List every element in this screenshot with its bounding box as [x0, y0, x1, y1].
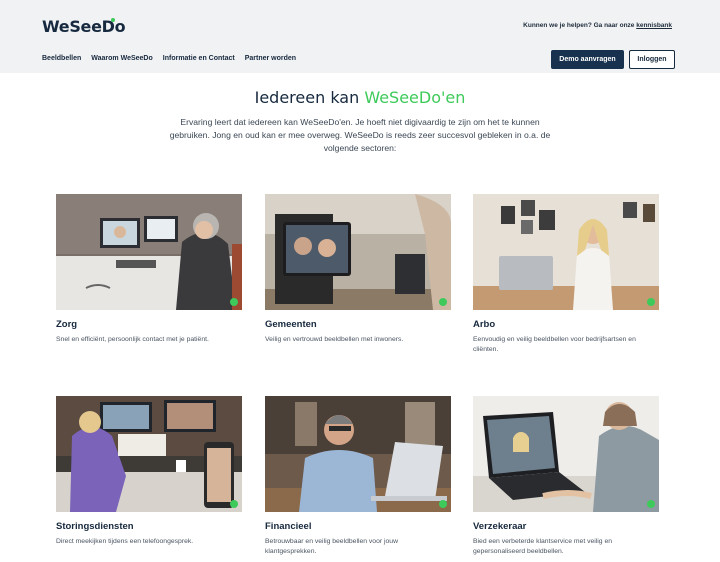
nav-partner-worden[interactable]: Partner worden: [245, 55, 296, 62]
arbo-photo: [473, 194, 659, 310]
sector-card-arbo[interactable]: Arbo Eenvoudig en veilig beeldbellen voo…: [473, 194, 659, 355]
site-header: WeSeeDo Kunnen we je helpen? Ga naar onz…: [0, 0, 720, 73]
page-title: Iedereen kan WeSeeDo'en: [0, 88, 720, 107]
intro-text: Ervaring leert dat iedereen kan WeSeeDo'…: [169, 117, 551, 153]
sector-description: Snel en efficiënt, persoonlijk contact m…: [56, 336, 209, 343]
help-label: Kunnen we je helpen? Ga naar onze: [523, 22, 635, 29]
sector-card-financieel[interactable]: Financieel Betrouwbaar en veilig beeldbe…: [265, 396, 451, 557]
sector-card-zorg[interactable]: Zorg Snel en efficiënt, persoonlijk cont…: [56, 194, 242, 345]
status-dot-icon: [647, 500, 655, 508]
sector-title: Zorg: [56, 319, 78, 330]
main-nav: Beeldbellen Waarom WeSeeDo Informatie en…: [42, 55, 296, 62]
status-dot-icon: [439, 500, 447, 508]
help-text: Kunnen we je helpen? Ga naar onze kennis…: [523, 22, 672, 29]
sector-description: Betrouwbaar en veilig beeldbellen voor j…: [265, 538, 399, 555]
status-dot-icon: [230, 298, 238, 306]
sector-title: Arbo: [473, 319, 496, 330]
inloggen-button[interactable]: Inloggen: [629, 50, 675, 69]
headline-prefix: Iedereen kan: [254, 88, 365, 107]
sector-description: Veilig en vertrouwd beeldbellen met inwo…: [265, 336, 404, 343]
sector-title: Verzekeraar: [473, 521, 527, 532]
zorg-photo: [56, 194, 242, 310]
sector-title: Storingsdiensten: [56, 521, 134, 532]
headline-accent: WeSeeDo'en: [364, 88, 466, 107]
verzekeraar-photo: [473, 396, 659, 512]
nav-beeldbellen[interactable]: Beeldbellen: [42, 55, 81, 62]
sector-description: Bied een verbeterde klantservice met vei…: [473, 538, 613, 555]
status-dot-icon: [230, 500, 238, 508]
demo-aanvragen-button[interactable]: Demo aanvragen: [551, 50, 624, 69]
sector-description: Eenvoudig en veilig beeldbellen voor bed…: [473, 336, 636, 353]
kennisbank-link[interactable]: kennisbank: [636, 22, 672, 29]
sector-description: Direct meekijken tijdens een telefoonges…: [56, 538, 194, 545]
nav-waarom-weseedo[interactable]: Waarom WeSeeDo: [91, 55, 152, 62]
sector-card-verzekeraar[interactable]: Verzekeraar Bied een verbeterde klantser…: [473, 396, 659, 557]
status-dot-icon: [647, 298, 655, 306]
storingsdiensten-photo: [56, 396, 242, 512]
sector-title: Financieel: [265, 521, 312, 532]
nav-informatie-contact[interactable]: Informatie en Contact: [163, 55, 235, 62]
financieel-photo: [265, 396, 451, 512]
gemeenten-photo: [265, 194, 451, 310]
logo-dot-icon: [111, 18, 115, 22]
status-dot-icon: [439, 298, 447, 306]
sector-title: Gemeenten: [265, 319, 317, 330]
sector-card-storingsdiensten[interactable]: Storingsdiensten Direct meekijken tijden…: [56, 396, 242, 547]
sector-card-gemeenten[interactable]: Gemeenten Veilig en vertrouwd beeldbelle…: [265, 194, 451, 345]
